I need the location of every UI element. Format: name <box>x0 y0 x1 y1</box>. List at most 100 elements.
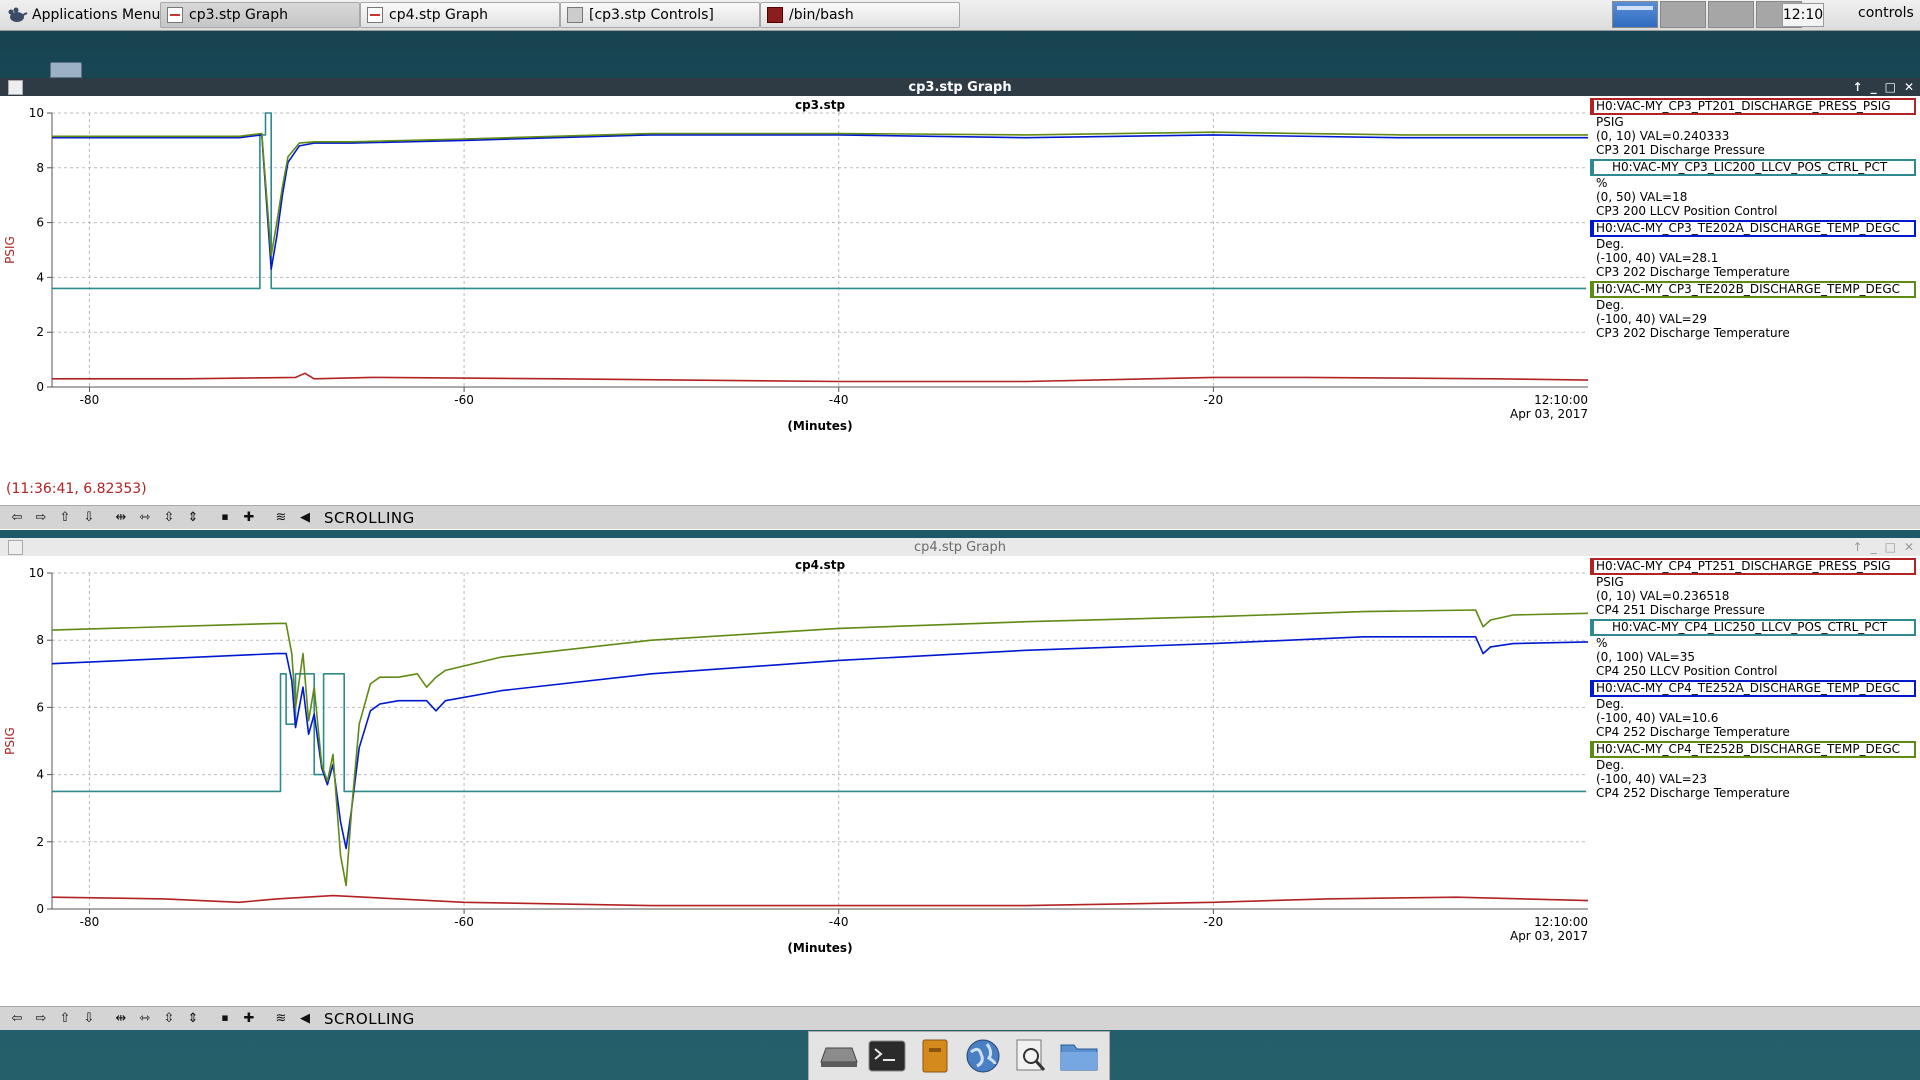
legend-desc: CP3 200 LLCV Position Control <box>1596 204 1778 218</box>
fit-icon[interactable]: ≋ <box>270 1009 292 1029</box>
scroll-down-icon[interactable]: ⇩ <box>78 1009 100 1029</box>
stop-icon[interactable]: ⏹ <box>214 1009 236 1029</box>
scroll-up-icon[interactable]: ⇧ <box>54 1009 76 1029</box>
clock[interactable]: 12:10 <box>1782 3 1824 27</box>
window-titlebar[interactable]: cp4.stp Graph ↑ _ □ ✕ <box>0 538 1920 556</box>
workspace-1[interactable] <box>1612 1 1658 28</box>
legend-entry[interactable]: H0:VAC-MY_CP3_LIC200_LLCV_POS_CTRL_PCT%(… <box>1590 159 1916 218</box>
legend-entry[interactable]: H0:VAC-MY_CP3_PT201_DISCHARGE_PRESS_PSIG… <box>1590 98 1916 157</box>
cp4-graph-window: cp4.stp Graph ↑ _ □ ✕ cp4.stp 0 2 4 6 8 10 -80 -… <box>0 538 1920 1030</box>
x-end-date: Apr 03, 2017 <box>1510 407 1588 421</box>
controls-icon <box>567 7 583 23</box>
scroll-mode-label: SCROLLING <box>324 508 415 527</box>
window-titlebar[interactable]: cp3.stp Graph ↑ _ □ ✕ <box>0 78 1920 96</box>
legend-entry[interactable]: H0:VAC-MY_CP4_PT251_DISCHARGE_PRESS_PSIG… <box>1590 558 1916 617</box>
compress-x-icon[interactable]: ⇿ <box>134 508 156 528</box>
legend-channel-name[interactable]: H0:VAC-MY_CP4_LIC250_LLCV_POS_CTRL_PCT <box>1590 619 1916 636</box>
task-cp3-graph[interactable]: cp3.stp Graph <box>160 2 360 28</box>
zoom-in-icon[interactable]: ✚ <box>238 508 260 528</box>
expand-y-icon[interactable]: ⇳ <box>158 508 180 528</box>
task-cp4-graph[interactable]: cp4.stp Graph <box>360 2 560 28</box>
file-manager-icon[interactable] <box>915 1036 955 1076</box>
graph-toolbar: ⇦ ⇨ ⇧ ⇩ ⇹ ⇿ ⇳ ⇕ ⏹ ✚ ≋ ◀ SCROLLING <box>0 505 1920 529</box>
task-cp3-controls[interactable]: [cp3.stp Controls] <box>560 2 760 28</box>
legend-channel-name[interactable]: H0:VAC-MY_CP4_TE252A_DISCHARGE_TEMP_DEGC <box>1590 680 1916 697</box>
scroll-right-icon[interactable]: ⇨ <box>30 1009 52 1029</box>
expand-y-icon[interactable]: ⇳ <box>158 1009 180 1029</box>
legend-entry[interactable]: H0:VAC-MY_CP3_TE202B_DISCHARGE_TEMP_DEGC… <box>1590 281 1916 340</box>
legend-channel-name[interactable]: H0:VAC-MY_CP3_LIC200_LLCV_POS_CTRL_PCT <box>1590 159 1916 176</box>
scroll-left-icon[interactable]: ⇦ <box>6 508 28 528</box>
legend-channel-name[interactable]: H0:VAC-MY_CP3_PT201_DISCHARGE_PRESS_PSIG <box>1590 98 1916 115</box>
shade-icon[interactable]: ↑ <box>1853 80 1863 94</box>
folder-icon[interactable] <box>1059 1036 1099 1076</box>
legend-channel-name[interactable]: H0:VAC-MY_CP4_PT251_DISCHARGE_PRESS_PSIG <box>1590 558 1916 575</box>
legend-entry[interactable]: H0:VAC-MY_CP3_TE202A_DISCHARGE_TEMP_DEGC… <box>1590 220 1916 279</box>
cp4-legend: H0:VAC-MY_CP4_PT251_DISCHARGE_PRESS_PSIG… <box>1590 556 1916 800</box>
y-tick-label: 10 <box>29 566 44 580</box>
x-tick-label: -40 <box>829 915 849 929</box>
series-line-1 <box>52 673 1587 793</box>
x-tick-label: -60 <box>454 393 474 407</box>
graph-icon <box>167 7 183 23</box>
minimize-icon[interactable]: _ <box>1871 540 1877 554</box>
compress-y-icon[interactable]: ⇕ <box>182 508 204 528</box>
cp3-plot[interactable]: cp3.stp 0 2 4 6 8 10 -80 -60 -40 -20 12:10:00Apr 03… <box>0 96 1590 492</box>
cp4-plot[interactable]: cp4.stp 0 2 4 6 8 10 -80 -60 -40 -20 12:10:00Apr 03… <box>0 556 1590 1004</box>
back-icon[interactable]: ◀ <box>294 508 316 528</box>
coordinate-readout: (11:36:41, 6.82353) <box>6 481 147 497</box>
legend-entry[interactable]: H0:VAC-MY_CP4_LIC250_LLCV_POS_CTRL_PCT%(… <box>1590 619 1916 678</box>
scroll-mode-label: SCROLLING <box>324 1009 415 1028</box>
maximize-icon[interactable]: □ <box>1885 80 1896 94</box>
series-line-2 <box>52 134 1588 270</box>
zoom-in-icon[interactable]: ✚ <box>238 1009 260 1029</box>
desktop-folder-icon[interactable] <box>50 62 82 78</box>
legend-channel-name[interactable]: H0:VAC-MY_CP3_TE202A_DISCHARGE_TEMP_DEGC <box>1590 220 1916 237</box>
legend-range-val: (-100, 40) VAL=28.1 <box>1596 251 1719 265</box>
taskbar: Applications Menu cp3.stp Graph cp4.stp … <box>0 0 1920 31</box>
x-end-time: 12:10:00 <box>1534 393 1588 407</box>
close-icon[interactable]: ✕ <box>1904 540 1914 554</box>
scroll-down-icon[interactable]: ⇩ <box>78 508 100 528</box>
expand-x-icon[interactable]: ⇹ <box>110 508 132 528</box>
y-tick-label: 10 <box>29 106 44 120</box>
back-icon[interactable]: ◀ <box>294 1009 316 1029</box>
legend-channel-name[interactable]: H0:VAC-MY_CP3_TE202B_DISCHARGE_TEMP_DEGC <box>1590 281 1916 298</box>
scroll-left-icon[interactable]: ⇦ <box>6 1009 28 1029</box>
stop-icon[interactable]: ⏹ <box>214 508 236 528</box>
compress-y-icon[interactable]: ⇕ <box>182 1009 204 1029</box>
y-axis-label: PSIG <box>3 727 17 755</box>
y-tick-label: 4 <box>36 270 44 284</box>
expand-x-icon[interactable]: ⇹ <box>110 1009 132 1029</box>
legend-range-val: (0, 10) VAL=0.240333 <box>1596 129 1730 143</box>
legend-desc: CP3 202 Discharge Temperature <box>1596 326 1790 340</box>
close-icon[interactable]: ✕ <box>1904 80 1914 94</box>
toolbar-separator <box>102 1009 108 1029</box>
minimize-icon[interactable]: _ <box>1871 80 1877 94</box>
workspace-3[interactable] <box>1708 1 1754 28</box>
window-menu-icon[interactable] <box>8 540 23 555</box>
maximize-icon[interactable]: □ <box>1885 540 1896 554</box>
web-browser-icon[interactable] <box>963 1036 1003 1076</box>
legend-entry[interactable]: H0:VAC-MY_CP4_TE252B_DISCHARGE_TEMP_DEGC… <box>1590 741 1916 800</box>
compress-x-icon[interactable]: ⇿ <box>134 1009 156 1029</box>
window-menu-icon[interactable] <box>8 80 23 95</box>
drive-icon[interactable] <box>819 1036 859 1076</box>
terminal-icon[interactable] <box>867 1036 907 1076</box>
task-bash[interactable]: /bin/bash <box>760 2 960 28</box>
scroll-up-icon[interactable]: ⇧ <box>54 508 76 528</box>
legend-desc: CP4 252 Discharge Temperature <box>1596 725 1790 739</box>
legend-channel-name[interactable]: H0:VAC-MY_CP4_TE252B_DISCHARGE_TEMP_DEGC <box>1590 741 1916 758</box>
applications-menu-button[interactable]: Applications Menu <box>2 3 164 27</box>
fit-icon[interactable]: ≋ <box>270 508 292 528</box>
user-name[interactable]: controls <box>1858 5 1914 21</box>
toolbar-separator <box>206 1009 212 1029</box>
scroll-right-icon[interactable]: ⇨ <box>30 508 52 528</box>
series-line-0 <box>52 372 1589 383</box>
workspace-2[interactable] <box>1660 1 1706 28</box>
search-icon[interactable] <box>1011 1036 1051 1076</box>
shade-icon[interactable]: ↑ <box>1853 540 1863 554</box>
task-label: cp3.stp Graph <box>189 7 289 23</box>
legend-entry[interactable]: H0:VAC-MY_CP4_TE252A_DISCHARGE_TEMP_DEGC… <box>1590 680 1916 739</box>
y-axis-label: PSIG <box>3 236 17 264</box>
